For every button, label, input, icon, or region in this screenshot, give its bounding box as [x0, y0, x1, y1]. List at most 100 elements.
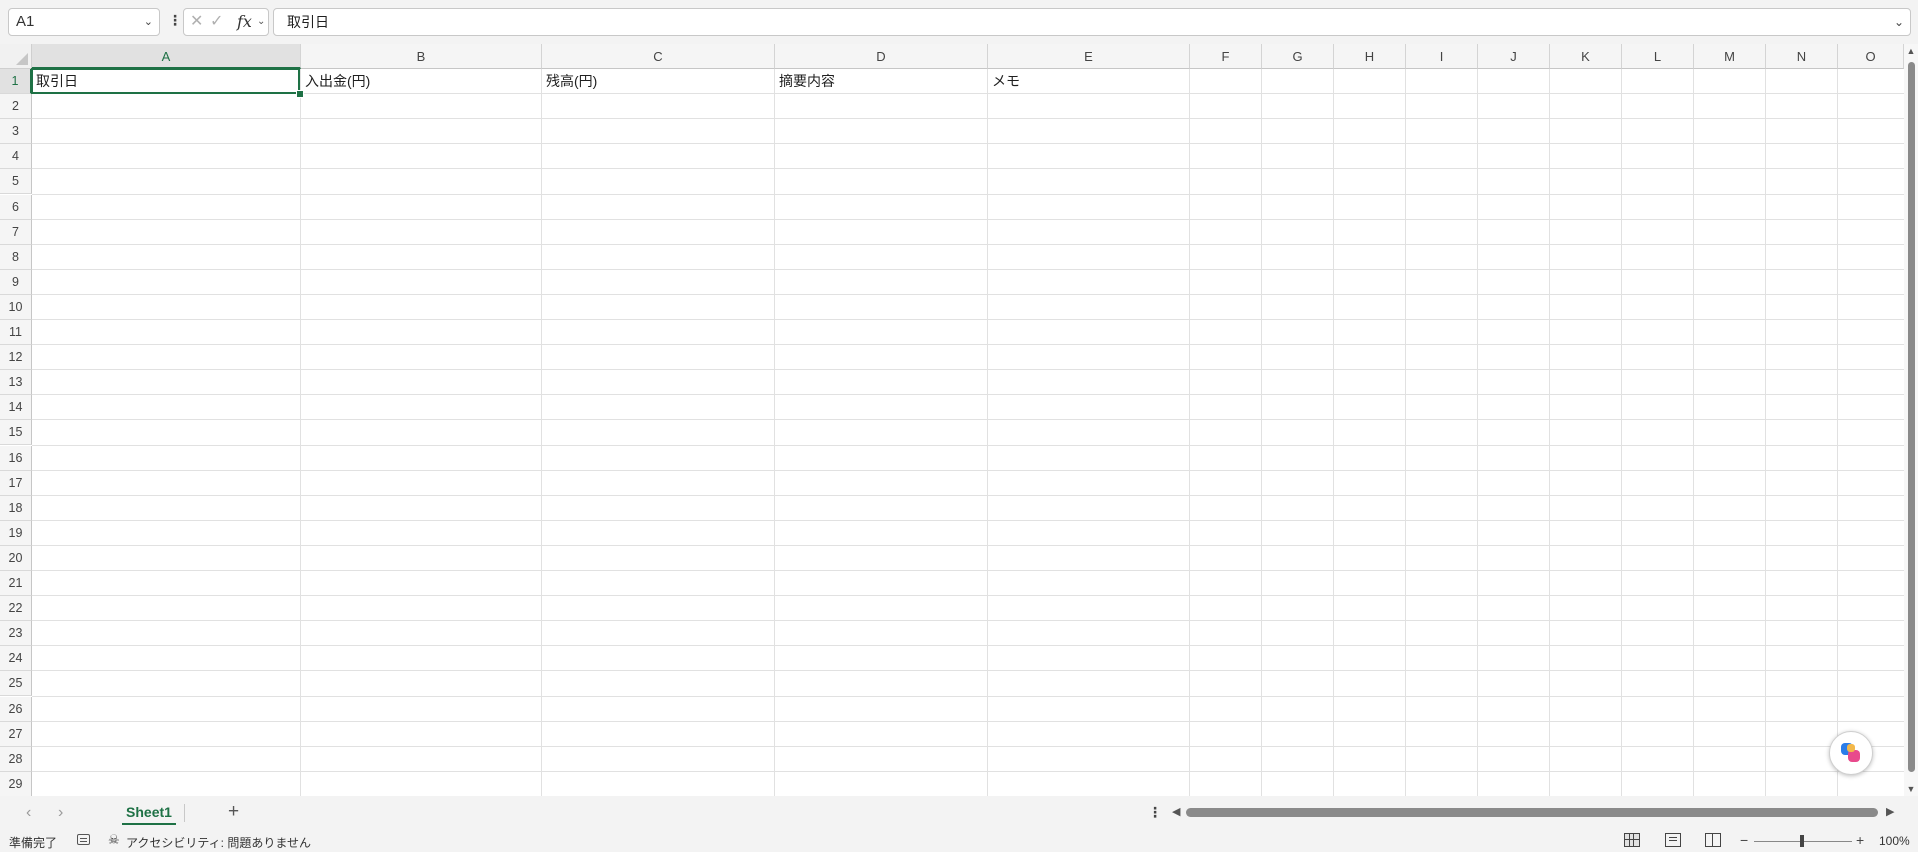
chevron-down-icon[interactable]: ⌄: [144, 9, 153, 35]
column-header-i[interactable]: I: [1406, 44, 1478, 69]
row-header[interactable]: 22: [0, 596, 32, 621]
row-header[interactable]: 8: [0, 245, 32, 270]
row-header[interactable]: 11: [0, 320, 32, 345]
row-header[interactable]: 12: [0, 345, 32, 370]
row-header[interactable]: 10: [0, 295, 32, 320]
column-gridline: [1333, 69, 1334, 796]
horizontal-scroll-thumb[interactable]: [1186, 808, 1878, 817]
cell-c1[interactable]: 残高(円): [542, 69, 775, 93]
enter-icon[interactable]: ✓: [210, 9, 223, 35]
column-header-c[interactable]: C: [542, 44, 775, 69]
tab-divider: [184, 804, 185, 822]
row-header[interactable]: 26: [0, 697, 32, 722]
zoom-level[interactable]: 100%: [1879, 834, 1910, 848]
formula-input[interactable]: 取引日 ⌄: [273, 8, 1911, 36]
column-header-g[interactable]: G: [1262, 44, 1334, 69]
column-header-a[interactable]: A: [32, 44, 301, 69]
accessibility-status[interactable]: アクセシビリティ: 問題ありません: [126, 834, 311, 851]
row-header[interactable]: 25: [0, 671, 32, 696]
row-header[interactable]: 3: [0, 119, 32, 144]
column-header-b[interactable]: B: [301, 44, 542, 69]
row-header[interactable]: 2: [0, 94, 32, 119]
fill-handle[interactable]: [296, 90, 304, 98]
column-gridline: [1261, 69, 1262, 796]
name-box-value: A1: [16, 13, 35, 30]
column-gridline: [1621, 69, 1622, 796]
row-gridline: [32, 194, 1904, 195]
row-header[interactable]: 19: [0, 521, 32, 546]
row-header[interactable]: 29: [0, 772, 32, 796]
column-gridline: [541, 69, 542, 796]
cell-e1[interactable]: メモ: [988, 69, 1190, 93]
scroll-down-icon[interactable]: ▼: [1904, 784, 1918, 794]
row-gridline: [32, 294, 1904, 295]
page-layout-view-icon[interactable]: [1665, 833, 1681, 847]
row-header[interactable]: 28: [0, 747, 32, 772]
zoom-slider-thumb[interactable]: [1800, 835, 1804, 847]
row-header[interactable]: 18: [0, 496, 32, 521]
column-header-h[interactable]: H: [1334, 44, 1406, 69]
column-header-m[interactable]: M: [1694, 44, 1766, 69]
column-header-f[interactable]: F: [1190, 44, 1262, 69]
select-all-button[interactable]: [0, 44, 32, 69]
cell-d1[interactable]: 摘要内容: [775, 69, 988, 93]
formula-content: 取引日: [287, 14, 329, 30]
name-box[interactable]: A1 ⌄: [8, 8, 160, 36]
row-header[interactable]: 27: [0, 722, 32, 747]
row-header[interactable]: 24: [0, 646, 32, 671]
row-gridline: [32, 118, 1904, 119]
vertical-scroll-thumb[interactable]: [1908, 62, 1915, 772]
row-header[interactable]: 16: [0, 446, 32, 471]
row-header[interactable]: 23: [0, 621, 32, 646]
insert-function-icon[interactable]: fx: [237, 9, 252, 35]
scroll-right-icon[interactable]: ▶: [1886, 805, 1894, 818]
more-options-icon[interactable]: ⋮: [168, 12, 182, 29]
column-gridline: [987, 69, 988, 796]
expand-formula-bar-icon[interactable]: ⌄: [1894, 9, 1904, 35]
row-header[interactable]: 21: [0, 571, 32, 596]
row-gridline: [32, 269, 1904, 270]
column-header-d[interactable]: D: [775, 44, 988, 69]
zoom-out-icon[interactable]: −: [1740, 832, 1748, 848]
page-break-view-icon[interactable]: [1705, 833, 1721, 847]
row-header[interactable]: 15: [0, 420, 32, 445]
row-header[interactable]: 4: [0, 144, 32, 169]
column-gridline: [1765, 69, 1766, 796]
row-header[interactable]: 6: [0, 195, 32, 220]
previous-sheet-icon[interactable]: ‹: [26, 804, 31, 822]
plus-icon[interactable]: +: [228, 801, 239, 823]
cancel-icon[interactable]: ✕: [190, 9, 203, 35]
column-header-e[interactable]: E: [988, 44, 1190, 69]
sheet-tab-sheet1[interactable]: Sheet1: [118, 799, 180, 825]
row-header[interactable]: 1: [0, 69, 32, 94]
column-header-o[interactable]: O: [1838, 44, 1904, 69]
row-header[interactable]: 14: [0, 395, 32, 420]
row-header[interactable]: 5: [0, 169, 32, 194]
chevron-down-icon[interactable]: ⌄: [257, 9, 265, 35]
zoom-in-icon[interactable]: +: [1856, 832, 1864, 848]
column-header-n[interactable]: N: [1766, 44, 1838, 69]
normal-view-icon[interactable]: [1624, 833, 1640, 847]
row-header[interactable]: 17: [0, 471, 32, 496]
vertical-scrollbar[interactable]: ▲ ▼: [1904, 44, 1918, 796]
cell-b1[interactable]: 入出金(円): [301, 69, 542, 93]
next-sheet-icon[interactable]: ›: [58, 804, 63, 822]
accessibility-icon: ☠: [108, 832, 120, 847]
column-header-j[interactable]: J: [1478, 44, 1550, 69]
row-header[interactable]: 13: [0, 370, 32, 395]
row-gridline: [32, 570, 1904, 571]
row-header[interactable]: 20: [0, 546, 32, 571]
scroll-up-icon[interactable]: ▲: [1904, 46, 1918, 56]
row-gridline: [32, 670, 1904, 671]
row-header[interactable]: 7: [0, 220, 32, 245]
row-header[interactable]: 9: [0, 270, 32, 295]
row-gridline: [32, 143, 1904, 144]
scroll-left-icon[interactable]: ◀: [1172, 805, 1180, 818]
column-header-k[interactable]: K: [1550, 44, 1622, 69]
more-options-icon[interactable]: ⋮: [1148, 804, 1162, 821]
cell-area[interactable]: 取引日 入出金(円) 残高(円) 摘要内容 メモ: [31, 68, 1904, 796]
copilot-button[interactable]: [1829, 731, 1873, 775]
macro-recording-icon[interactable]: [77, 834, 90, 845]
column-header-l[interactable]: L: [1622, 44, 1694, 69]
row-gridline: [32, 545, 1904, 546]
